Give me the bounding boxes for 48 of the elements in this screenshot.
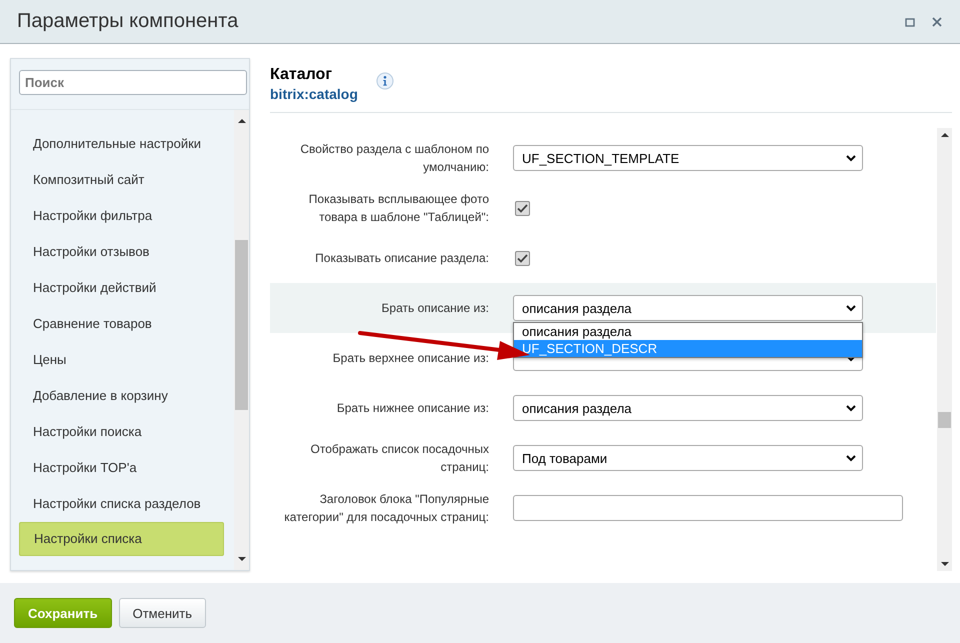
dropdown-select[interactable]: UF_SECTION_TEMPLATE [513,145,863,171]
chevron-down-icon [846,404,856,412]
close-icon[interactable] [931,16,943,28]
sidebar-item[interactable]: Настройки поиска [19,414,224,450]
sidebar-item[interactable]: Настройки TOP'а [19,450,224,486]
scrollbar[interactable] [234,110,249,570]
sidebar-item[interactable]: Сравнение товаров [19,306,224,342]
sidebar-item[interactable]: Настройки действий [19,270,224,306]
sidebar-item[interactable]: Композитный сайт [19,162,224,198]
chevron-down-icon [846,304,856,312]
field-label: Показывать всплывающее фото товара в шаблоне "Таблицей": [308,191,490,226]
maximize-icon[interactable] [904,16,916,28]
scroll-up-icon[interactable] [238,118,246,124]
field-label: Показывать описание раздела: [314,250,490,267]
sidebar-item[interactable]: Добавление в корзину [19,378,224,414]
scrollbar-thumb[interactable] [235,240,248,410]
scroll-down-icon[interactable] [238,556,246,562]
field-label: Брать описание из: [380,300,490,317]
field-label: Свойство раздела с шаблоном по умолчанию: [299,141,490,176]
sidebar-item[interactable]: Настройки отзывов [19,234,224,270]
info-icon[interactable] [376,72,394,90]
dropdown-select[interactable]: Под товарами [513,445,863,471]
field-label: Отображать список посадочных страниц: [310,441,490,476]
dropdown-select[interactable]: описания раздела [513,395,863,421]
checkbox[interactable] [515,250,530,266]
sidebar-item[interactable]: Настройки фильтра [19,198,224,234]
sidebar-item[interactable]: Цены [19,342,224,378]
chevron-down-icon [846,154,856,162]
dropdown-option[interactable]: описания раздела [514,323,862,340]
scroll-down-icon[interactable] [940,561,948,567]
scrollbar[interactable] [937,128,952,571]
field-label: Заголовок блока "Популярные категории" для посадочных страниц: [283,491,490,526]
field-label: Брать верхнее описание из: [332,350,490,367]
component-title: Каталог [270,66,333,84]
component-code: bitrix:catalog [270,86,358,102]
window-title: Параметры компонента [17,10,238,33]
sidebar-item[interactable]: Настройки списка [19,522,224,556]
sidebar-item[interactable]: Дополнительные настройки [19,126,224,162]
checkbox[interactable] [515,200,530,216]
text-input[interactable] [513,495,903,521]
field-label: Брать нижнее описание из: [336,400,490,417]
sidebar-item[interactable]: Настройки списка разделов [19,486,224,522]
dropdown-select[interactable]: описания раздела [513,295,863,321]
scrollbar-thumb[interactable] [938,412,951,428]
scroll-up-icon[interactable] [940,132,948,138]
cancel-button[interactable]: Отменить [118,598,206,628]
search-field[interactable]: Поиск [19,70,247,95]
chevron-down-icon [846,454,856,462]
